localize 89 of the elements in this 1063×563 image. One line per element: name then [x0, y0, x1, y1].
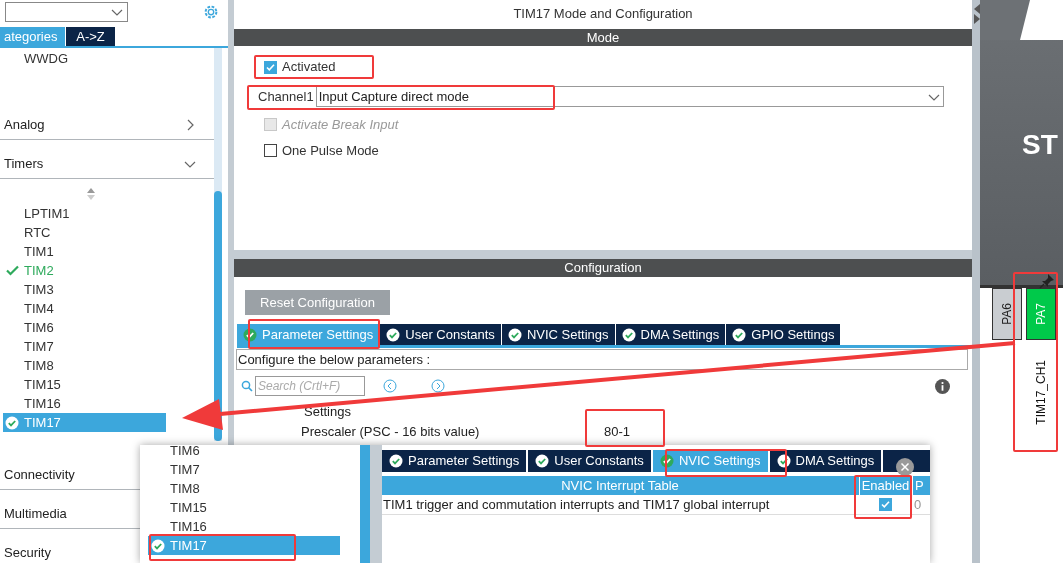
checkbox-label: One Pulse Mode — [282, 141, 379, 160]
list-item[interactable]: TIM7 — [148, 460, 340, 479]
check-circle-icon — [386, 327, 401, 342]
next-icon[interactable] — [431, 379, 445, 394]
previous-icon[interactable] — [383, 379, 397, 394]
pushpin-icon — [1038, 272, 1056, 290]
list-item[interactable]: TIM3 — [3, 280, 200, 299]
close-icon[interactable] — [896, 458, 914, 476]
list-item[interactable]: TIM1 — [3, 242, 200, 261]
list-item[interactable]: TIM15 — [148, 498, 340, 517]
list-item[interactable]: TIM8 — [148, 479, 340, 498]
item-label: TIM4 — [24, 299, 54, 318]
check-circle-icon — [243, 327, 257, 342]
check-circle-icon — [150, 538, 165, 553]
list-item[interactable]: LPTIM1 — [3, 204, 200, 223]
signal-label: TIM17_CH1 — [1033, 360, 1049, 425]
tab[interactable]: Parameter Settings — [382, 450, 527, 472]
list-item[interactable]: TIM15 — [3, 375, 200, 394]
parameter-name: Prescaler (PSC - 16 bits value) — [300, 424, 481, 441]
category-label[interactable]: Timers — [4, 153, 44, 174]
checkbox[interactable] — [264, 60, 277, 74]
column-header: NVIC Interrupt Table — [560, 477, 680, 495]
list-item[interactable]: TIM4 — [3, 299, 200, 318]
collapse-icon[interactable] — [972, 4, 980, 24]
check-circle-icon — [535, 454, 550, 468]
item-label: TIM17 — [24, 413, 61, 432]
section-header: Mode — [234, 29, 972, 46]
search-field[interactable]: Search (Crtl+F) — [255, 376, 365, 397]
check-circle-icon — [659, 454, 674, 468]
tab[interactable]: DMA Settings — [615, 324, 726, 346]
item-label: TIM8 — [24, 356, 54, 375]
item-label: TIM7 — [24, 337, 54, 356]
checkbox[interactable] — [878, 498, 892, 511]
check-circle-icon — [389, 454, 403, 468]
list-item[interactable]: TIM7 — [3, 337, 200, 356]
list-item[interactable]: TIM8 — [3, 356, 200, 375]
item-label: TIM1 — [24, 242, 54, 261]
item-label: TIM6 — [24, 318, 54, 337]
chip-logo: ST — [1022, 128, 1058, 162]
check-circle-icon — [5, 415, 19, 430]
list-item[interactable]: TIM16 — [3, 394, 200, 413]
info-icon[interactable] — [935, 378, 950, 394]
category-label[interactable]: Analog — [4, 114, 45, 135]
column-header: P — [912, 476, 930, 495]
search-icon — [241, 380, 253, 393]
check-circle-icon — [732, 327, 747, 342]
highlight-box — [854, 475, 912, 519]
tab[interactable]: NVIC Settings — [501, 324, 615, 346]
field-label: Channel1 — [258, 87, 314, 106]
tab[interactable]: A->Z — [66, 27, 115, 46]
list-item[interactable]: WWDG — [0, 49, 214, 68]
category-label[interactable]: Security — [4, 542, 51, 563]
section-label: Settings — [303, 404, 352, 421]
checkbox[interactable] — [264, 144, 277, 157]
description-field: Configure the below parameters : — [236, 349, 968, 371]
category-label[interactable]: Multimedia — [4, 503, 67, 524]
table-cell-text: 0 — [913, 495, 923, 514]
list-item[interactable]: TIM6 — [3, 318, 200, 337]
list-item[interactable]: TIM6 — [148, 445, 340, 460]
list-item[interactable]: RTC — [3, 223, 200, 242]
tab[interactable]: User Constants — [380, 324, 501, 346]
item-label: LPTIM1 — [24, 204, 70, 223]
settings-icon[interactable] — [202, 3, 220, 21]
section-header: Configuration — [234, 259, 972, 277]
scrollbar[interactable] — [214, 48, 222, 441]
check-circle-icon — [621, 327, 636, 342]
item-label: TIM16 — [24, 394, 61, 413]
table-cell-text: TIM1 trigger and commutation interrupts and TIM17 global interrupt — [382, 495, 771, 514]
checkbox-label: Activated — [282, 58, 336, 77]
checkmark-icon — [5, 265, 19, 276]
dropdown[interactable] — [5, 2, 128, 22]
category-label[interactable]: Connectivity — [4, 464, 75, 485]
panel-title: TIM17 Mode and Configuration — [512, 5, 694, 23]
item-label: TIM3 — [24, 280, 54, 299]
scrollbar[interactable] — [360, 445, 370, 563]
parameter-value[interactable]: 80-1 — [604, 424, 631, 441]
sort-icon[interactable] — [87, 188, 95, 200]
check-circle-icon — [507, 327, 522, 342]
checkbox-label: Activate Break Input — [282, 115, 399, 134]
tab[interactable]: User Constants — [528, 450, 651, 472]
tab[interactable]: DMA Settings — [769, 450, 882, 472]
list-item[interactable]: TIM16 — [148, 517, 340, 536]
check-circle-icon — [776, 454, 791, 468]
item-label: RTC — [24, 223, 51, 242]
item-label: TIM15 — [24, 375, 61, 394]
mode-select[interactable]: Input Capture direct mode — [315, 86, 944, 107]
tab[interactable]: GPIO Settings — [726, 324, 841, 346]
pin[interactable]: PA6 — [992, 288, 1022, 340]
item-label: TIM2 — [24, 261, 54, 280]
